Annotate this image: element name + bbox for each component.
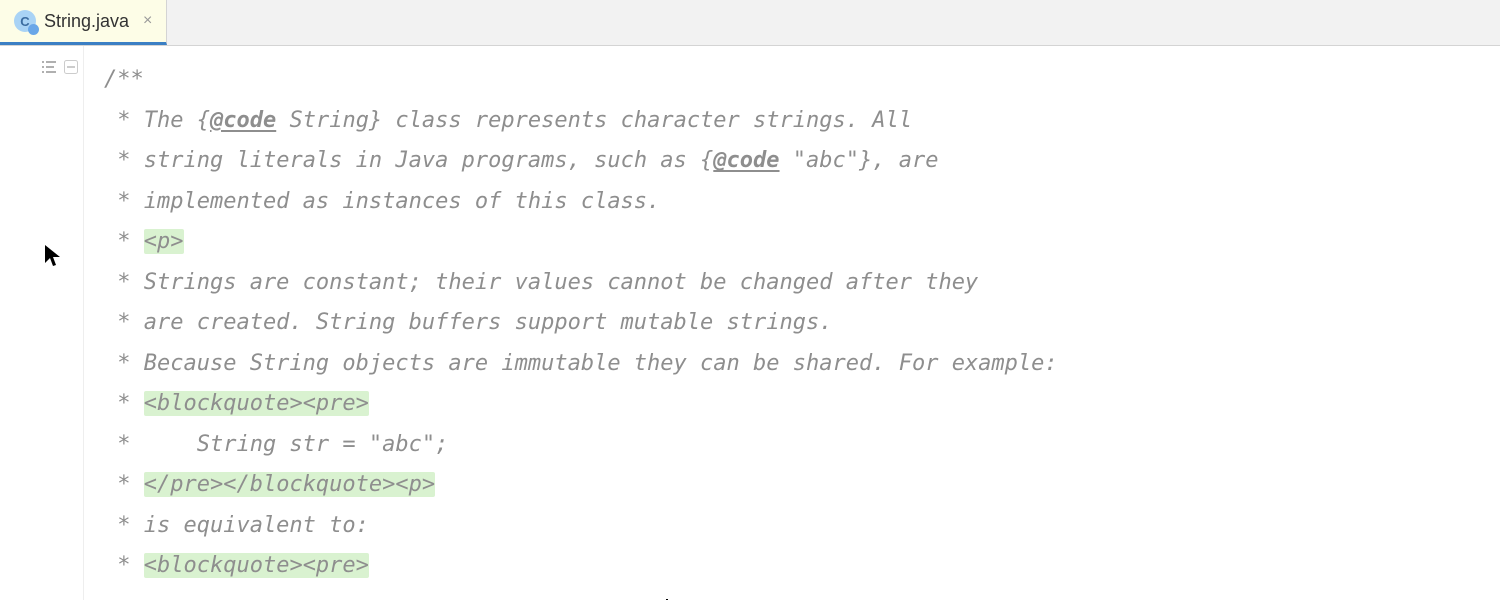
code-line: * <p>: [104, 222, 1484, 263]
code-line: * is equivalent to:: [104, 506, 1484, 547]
code-line: /**: [104, 60, 1484, 101]
mouse-cursor-icon: [44, 244, 62, 268]
class-file-icon: C: [14, 10, 36, 32]
code-line: * Strings are constant; their values can…: [104, 263, 1484, 304]
fold-toggle-icon[interactable]: [64, 60, 78, 74]
code-line: * are created. String buffers support mu…: [104, 303, 1484, 344]
list-icon[interactable]: [42, 60, 58, 74]
code-line: * The {@code String} class represents ch…: [104, 101, 1484, 142]
code-line: * Because String objects are immutable t…: [104, 344, 1484, 385]
editor-tab[interactable]: C String.java ×: [0, 0, 167, 45]
close-icon[interactable]: ×: [143, 13, 152, 29]
code-line: * <blockquote><pre>: [104, 384, 1484, 425]
code-line: * String str = "abc";: [104, 425, 1484, 466]
code-line: * <blockquote><pre>: [104, 546, 1484, 587]
code-line: * string literals in Java programs, such…: [104, 141, 1484, 182]
tab-label: String.java: [44, 11, 129, 32]
editor: /** * The {@code String} class represent…: [0, 46, 1500, 600]
code-line: * </pre></blockquote><p>: [104, 465, 1484, 506]
code-area[interactable]: /** * The {@code String} class represent…: [84, 46, 1500, 600]
code-line: * implemented as instances of this class…: [104, 182, 1484, 223]
tab-bar: C String.java ×: [0, 0, 1500, 46]
gutter[interactable]: [0, 46, 84, 600]
